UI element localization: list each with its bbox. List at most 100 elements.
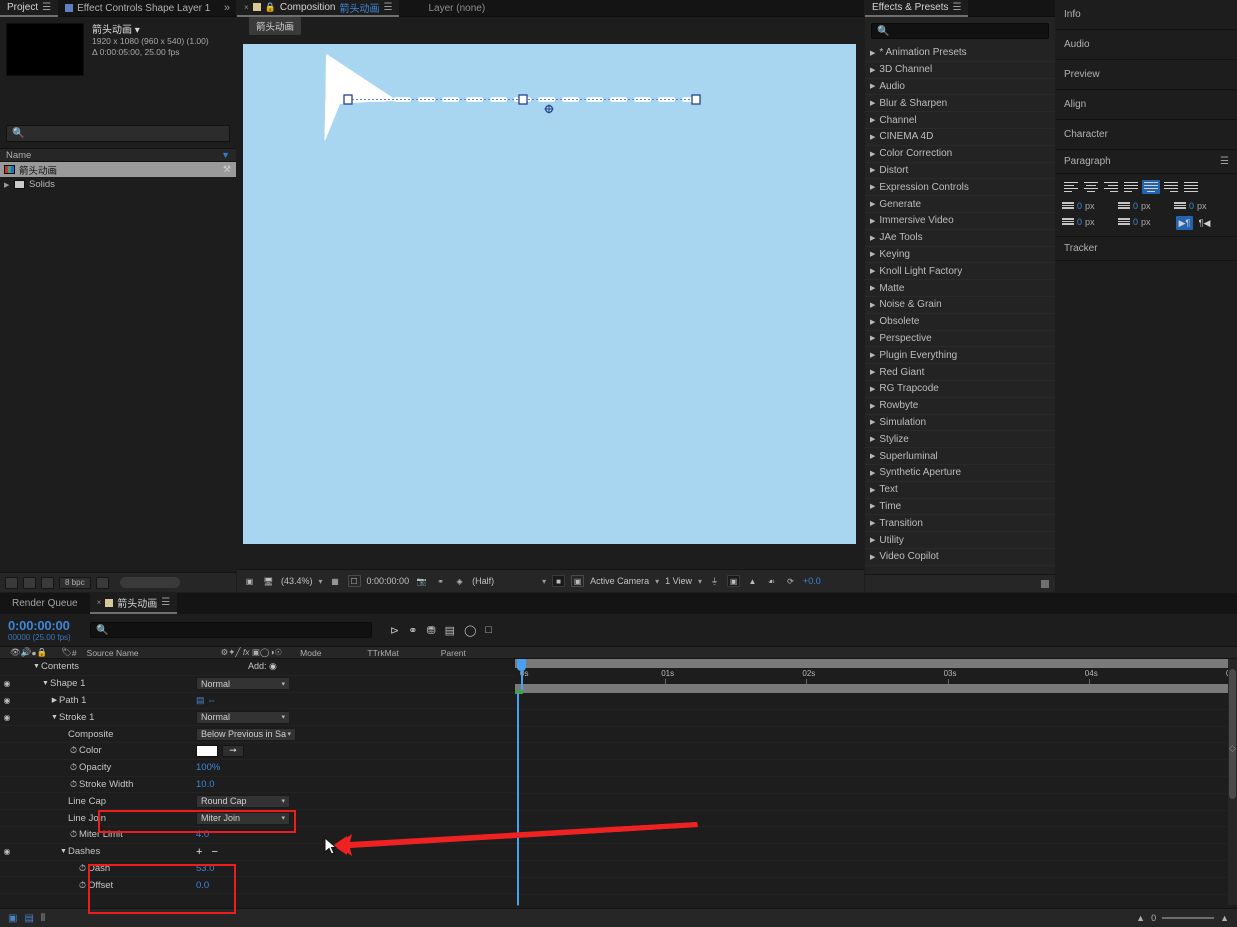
disclosure-triangle-icon[interactable]: ▶ (870, 402, 875, 410)
disclosure-triangle-icon[interactable]: ▶ (870, 318, 875, 326)
scrollbar-thumb[interactable] (1229, 669, 1236, 799)
align-left-icon[interactable] (1062, 180, 1080, 194)
graph-editor-icon[interactable]: ⊳ (390, 624, 399, 637)
rtl-icon[interactable]: ¶◀ (1196, 216, 1213, 230)
first-line-indent-field[interactable]: 0px (1062, 216, 1118, 227)
align-right-icon[interactable] (1102, 180, 1120, 194)
eye-icon[interactable]: ◉ (0, 847, 14, 856)
3d-renderer-icon[interactable]: ☙ (765, 575, 778, 587)
path-shape-icons[interactable]: ▤ ⇔ (196, 695, 216, 706)
indent-left-field[interactable]: 0px (1062, 200, 1118, 211)
justify-last-left-icon[interactable] (1122, 180, 1140, 194)
col-trkmat[interactable]: TrkMat (373, 648, 399, 658)
project-item-row-solids[interactable]: ▶ Solids (0, 177, 236, 192)
color-swatch[interactable] (196, 745, 218, 757)
chevron-down-icon[interactable]: ▾ (655, 577, 659, 586)
disclosure-triangle-icon[interactable]: ▼ (32, 663, 41, 670)
time-navigator-bar[interactable] (515, 684, 1237, 693)
timeline-property-row[interactable]: ◉⏱Color➞ (0, 743, 515, 760)
project-item-caret[interactable]: ▾ (135, 25, 140, 36)
property-dropdown[interactable]: Round Cap▾ (196, 795, 290, 808)
show-snapshot-icon[interactable]: ⚭ (434, 575, 447, 587)
view-layout-value[interactable]: 1 View (665, 576, 692, 586)
work-area-bar[interactable] (515, 659, 1237, 668)
effects-category-item[interactable]: ▶Video Copilot (865, 549, 1055, 566)
project-settings-icon[interactable] (41, 577, 54, 589)
timeline-track-row[interactable] (515, 811, 1237, 828)
dash-add-remove-buttons[interactable]: + − (196, 846, 221, 858)
timeline-property-row[interactable]: ◉⏱Opacity100% (0, 760, 515, 777)
disclosure-triangle-icon[interactable]: ▶ (870, 217, 875, 225)
time-ruler[interactable]: 0s01s02s03s04s05s (515, 659, 1237, 693)
indent-right-field[interactable]: 0px (1118, 200, 1174, 211)
region-of-interest-icon[interactable]: ☐ (348, 575, 361, 587)
space-before-field[interactable]: 0px (1174, 200, 1230, 211)
timeline-property-row[interactable]: ◉CompositeBelow Previous in Sa▾ (0, 726, 515, 743)
panel-section-info[interactable]: Info (1056, 0, 1237, 30)
disclosure-triangle-icon[interactable]: ▶ (870, 234, 875, 242)
new-folder-icon[interactable] (23, 577, 36, 589)
panel-section-align[interactable]: Align (1056, 90, 1237, 120)
always-preview-icon[interactable]: ▣ (243, 575, 256, 587)
disclosure-triangle-icon[interactable]: ▶ (870, 116, 875, 124)
panel-tracker-header[interactable]: Tracker (1056, 237, 1237, 261)
effects-category-item[interactable]: ▶Synthetic Aperture (865, 465, 1055, 482)
ruler-icon[interactable]: ▣ (727, 575, 740, 587)
stopwatch-icon[interactable]: ⏱ (68, 779, 79, 790)
timeline-property-row[interactable]: ◉⏱Dash53.0 (0, 861, 515, 878)
effects-category-item[interactable]: ▶Expression Controls (865, 179, 1055, 196)
tab-project[interactable]: Project ☰ (0, 0, 58, 17)
tab-timeline-comp[interactable]: × 箭头动画 ☰ (90, 593, 178, 614)
timeline-zoom-slider[interactable] (1162, 917, 1214, 919)
disclosure-triangle-icon[interactable]: ▶ (870, 166, 875, 174)
ltr-icon[interactable]: ▶¶ (1176, 216, 1193, 230)
timeline-track-row[interactable] (515, 743, 1237, 760)
effects-category-item[interactable]: ▶3D Channel (865, 62, 1055, 79)
timeline-property-row[interactable]: ◉▼Shape 1Normal▾ (0, 676, 515, 693)
timeline-track-row[interactable] (515, 794, 1237, 811)
disclosure-triangle-icon[interactable]: ▶ (870, 385, 875, 393)
project-search-input[interactable]: 🔍 (6, 125, 230, 142)
timeline-graph-area[interactable]: 0s01s02s03s04s05s IIIIIIIIIIIIII ◇ (515, 659, 1237, 905)
disclosure-triangle-icon[interactable]: ▶ (870, 351, 875, 359)
timeline-property-row[interactable]: ◉⏱Stroke Width10.0 (0, 777, 515, 794)
disclosure-triangle-icon[interactable]: ▶ (870, 267, 875, 275)
effects-category-item[interactable]: ▶Plugin Everything (865, 347, 1055, 364)
refresh-icon[interactable]: ⟳ (784, 575, 797, 587)
space-after-field[interactable]: 0px (1118, 216, 1174, 227)
effects-category-item[interactable]: ▶Obsolete (865, 314, 1055, 331)
proportional-grid-icon[interactable]: ▲ (746, 575, 759, 587)
disclosure-triangle-icon[interactable]: ▶ (870, 469, 875, 477)
effects-category-item[interactable]: ▶Red Giant (865, 364, 1055, 381)
disclosure-triangle-icon[interactable]: ▶ (870, 519, 875, 527)
stopwatch-icon[interactable]: ⏱ (68, 745, 79, 756)
tab-effects-presets[interactable]: Effects & Presets ☰ (865, 0, 968, 17)
eye-icon[interactable]: ◉ (0, 679, 14, 688)
transfer-controls-icon[interactable]: ▤ (24, 913, 33, 924)
hamburger-icon[interactable]: ☰ (383, 2, 392, 13)
disclosure-triangle-icon[interactable]: ▶ (4, 181, 14, 189)
property-value[interactable]: 10.0 (196, 779, 215, 790)
disclosure-triangle-icon[interactable]: ▶ (870, 301, 875, 309)
expand-tabs-chevron[interactable]: » (218, 2, 236, 14)
disclosure-triangle-icon[interactable]: ▶ (870, 133, 875, 141)
snapshot-icon[interactable]: 📷 (415, 575, 428, 587)
lock-icon[interactable]: 🔒 (265, 2, 276, 13)
expand-collapse-icon[interactable]: ⫴ (41, 913, 45, 924)
timeline-property-row[interactable]: ◉▼Stroke 1Normal▾ (0, 709, 515, 726)
effects-category-item[interactable]: ▶Knoll Light Factory (865, 263, 1055, 280)
panel-section-audio[interactable]: Audio (1056, 30, 1237, 60)
timeline-track-row[interactable] (515, 760, 1237, 777)
disclosure-triangle-icon[interactable]: ▶ (870, 66, 875, 74)
view-camera-value[interactable]: Active Camera (590, 576, 649, 586)
draft-3d-icon[interactable]: ◯ (464, 624, 476, 637)
disclosure-triangle-icon[interactable]: ▶ (870, 553, 875, 561)
effects-category-item[interactable]: ▶Perspective (865, 331, 1055, 348)
motion-blur-icon[interactable]: ⚭ (408, 624, 417, 637)
timeline-search-input[interactable]: 🔍 (90, 622, 372, 638)
stopwatch-icon[interactable]: ⏱ (77, 863, 88, 874)
zoom-in-icon[interactable]: ▲ (1220, 913, 1229, 923)
disclosure-triangle-icon[interactable]: ▶ (870, 183, 875, 191)
effects-category-item[interactable]: ▶Time (865, 499, 1055, 516)
hamburger-icon[interactable]: ☰ (1220, 156, 1229, 167)
